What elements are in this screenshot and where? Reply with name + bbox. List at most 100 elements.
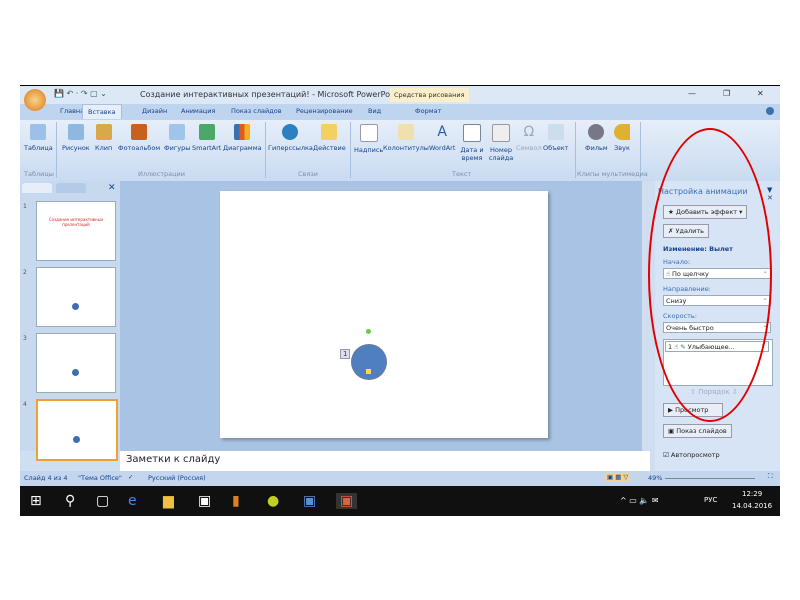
reorder-controls[interactable]: ⇧ Порядок ⇩ [690, 388, 738, 396]
chart-button[interactable]: Диаграмма [223, 124, 262, 152]
animation-item[interactable]: 1 ☝ ✎ Улыбающее... [665, 339, 769, 352]
tab-animation[interactable]: Анимация [181, 107, 215, 115]
ribbon: Таблица Рисунок Клип Фотоальбом Фигуры S… [20, 120, 780, 181]
group-text: Текст [452, 170, 472, 178]
preview-button[interactable]: ▶ Просмотр [663, 403, 723, 417]
clock-time[interactable]: 12:29 [742, 490, 762, 498]
remove-button[interactable]: ✗ Удалить [663, 224, 709, 238]
maximize-button[interactable]: ❐ [723, 89, 730, 98]
smiley-face-shape[interactable] [351, 344, 387, 380]
rotate-handle[interactable] [366, 329, 371, 334]
zoom-level[interactable]: 49% [648, 474, 662, 482]
action-button[interactable]: Действие [313, 124, 346, 152]
tab-format[interactable]: Формат [415, 107, 441, 115]
start-select[interactable]: ☝ По щелчку [663, 266, 771, 279]
tab-outline[interactable] [56, 183, 86, 193]
start-button[interactable]: ⊞ [30, 493, 42, 509]
pane-title: Настройка анимации [658, 187, 748, 196]
app-icon[interactable]: ● [267, 493, 279, 509]
edge-icon[interactable]: e [128, 493, 137, 509]
slide-editing-area: 1 [120, 181, 650, 451]
slide-number-button[interactable]: Номер слайда [488, 124, 514, 162]
add-effect-button[interactable]: ★ Добавить эффект ▾ [663, 205, 748, 219]
autopreview-checkbox[interactable]: ☑ Автопросмотр [663, 451, 720, 459]
symbol-button[interactable]: Ω Символ [516, 124, 542, 152]
animation-list: 1 ☝ ✎ Улыбающее... [663, 339, 773, 386]
clip-icon [95, 124, 112, 140]
picture-icon [67, 124, 84, 140]
header-footer-button[interactable]: Колонтитулы [383, 124, 429, 152]
textbox-button[interactable]: Надпись [354, 124, 383, 154]
minimize-button[interactable]: — [688, 89, 696, 98]
language[interactable]: Русский (Россия) [148, 474, 206, 482]
help-icon[interactable] [766, 107, 774, 115]
custom-animation-pane: Настройка анимации ▼ ✕ ★ Добавить эффект… [655, 181, 780, 471]
sound-button[interactable]: Звук [614, 124, 630, 152]
thumbnail-slide-2[interactable] [36, 267, 116, 327]
adjust-handle[interactable] [366, 369, 371, 374]
textbox-icon [359, 124, 378, 142]
tab-design[interactable]: Дизайн [142, 107, 167, 115]
chart-icon [234, 124, 251, 140]
speed-select[interactable]: Очень быстро [663, 320, 771, 333]
tab-review[interactable]: Рецензирование [296, 107, 353, 115]
tab-insert[interactable]: Вставка [82, 104, 122, 119]
status-bar: Слайд 4 из 4 "Тема Office" ✓ Русский (Ро… [20, 471, 780, 486]
picture-button[interactable]: Рисунок [62, 124, 90, 152]
powerpoint-icon[interactable]: ▣ [336, 493, 358, 509]
view-buttons[interactable]: ▣ ▦ ▽ [605, 473, 631, 481]
slideshow-button[interactable]: ▣ Показ слайдов [663, 424, 732, 438]
tab-view[interactable]: Вид [368, 107, 381, 115]
wordart-button[interactable]: A WordArt [429, 124, 455, 152]
header-footer-icon [397, 124, 414, 140]
direction-select[interactable]: Снизу [663, 293, 771, 306]
search-icon[interactable]: ⚲ [65, 493, 75, 509]
tab-slides[interactable] [22, 183, 52, 193]
powerpoint-window: 💾 ↶ · ↷ ▢ ⌄ Создание интерактивных презе… [20, 85, 780, 516]
animation-order-tag: 1 [340, 349, 351, 359]
thumbnail-slide-3[interactable] [36, 333, 116, 393]
media-icon[interactable]: ▮ [232, 493, 240, 509]
tab-slideshow[interactable]: Показ слайдов [231, 107, 282, 115]
quick-access-toolbar[interactable]: 💾 ↶ · ↷ ▢ ⌄ [54, 89, 107, 98]
notes-pane[interactable]: Заметки к слайду [120, 451, 650, 471]
windows-taskbar: ⊞ ⚲ ▢ e ▆ ▣ ▮ ● ▣ ▣ ^ ▭ 🔈 ✉ РУС 12:29 14… [20, 486, 780, 516]
current-slide[interactable]: 1 [220, 191, 548, 438]
close-panel-button[interactable]: ✕ [108, 183, 116, 193]
table-button[interactable]: Таблица [24, 124, 53, 152]
theme-name: "Тема Office" [78, 474, 122, 482]
fit-window-icon[interactable]: ⛶ [768, 472, 773, 481]
object-button[interactable]: Объект [543, 124, 568, 152]
photo-album-button[interactable]: Фотоальбом [118, 124, 160, 152]
object-icon [547, 124, 564, 140]
globe-icon [282, 124, 299, 140]
speaker-icon [614, 124, 630, 140]
spellcheck-icon[interactable]: ✓ [128, 473, 133, 481]
movie-button[interactable]: Фильм [585, 124, 608, 152]
clock-date[interactable]: 14.04.2016 [732, 502, 772, 510]
shapes-button[interactable]: Фигуры [164, 124, 190, 152]
group-tables: Таблицы [24, 170, 54, 178]
word-icon[interactable]: ▣ [303, 493, 316, 509]
smartart-button[interactable]: SmartArt [192, 124, 221, 152]
hyperlink-button[interactable]: Гиперссылка [268, 124, 313, 152]
date-time-button[interactable]: Дата и время [460, 124, 484, 162]
input-language[interactable]: РУС [704, 496, 717, 504]
omega-icon: Ω [523, 124, 535, 140]
thumbnail-slide-4[interactable] [36, 399, 118, 461]
explorer-icon[interactable]: ▆ [163, 493, 174, 509]
slide-thumbnails-panel: ✕ 1 Создание интерактивных презентаций 2… [20, 181, 120, 461]
shapes-icon [169, 124, 186, 140]
tray-icons[interactable]: ^ ▭ 🔈 ✉ [620, 496, 659, 505]
vertical-scrollbar[interactable] [642, 181, 650, 451]
clip-button[interactable]: Клип [95, 124, 112, 152]
task-view-icon[interactable]: ▢ [96, 493, 109, 509]
thumbnail-slide-1[interactable]: Создание интерактивных презентаций [36, 201, 116, 261]
office-button[interactable] [24, 89, 46, 111]
pane-close-icon[interactable]: ▼ ✕ [767, 186, 780, 202]
close-button[interactable]: ✕ [757, 89, 764, 98]
store-icon[interactable]: ▣ [198, 493, 211, 509]
group-media: Клипы мультимедиа [577, 170, 648, 178]
zoom-slider[interactable] [665, 478, 755, 479]
context-tab-drawing-tools: Средства рисования [390, 88, 469, 102]
